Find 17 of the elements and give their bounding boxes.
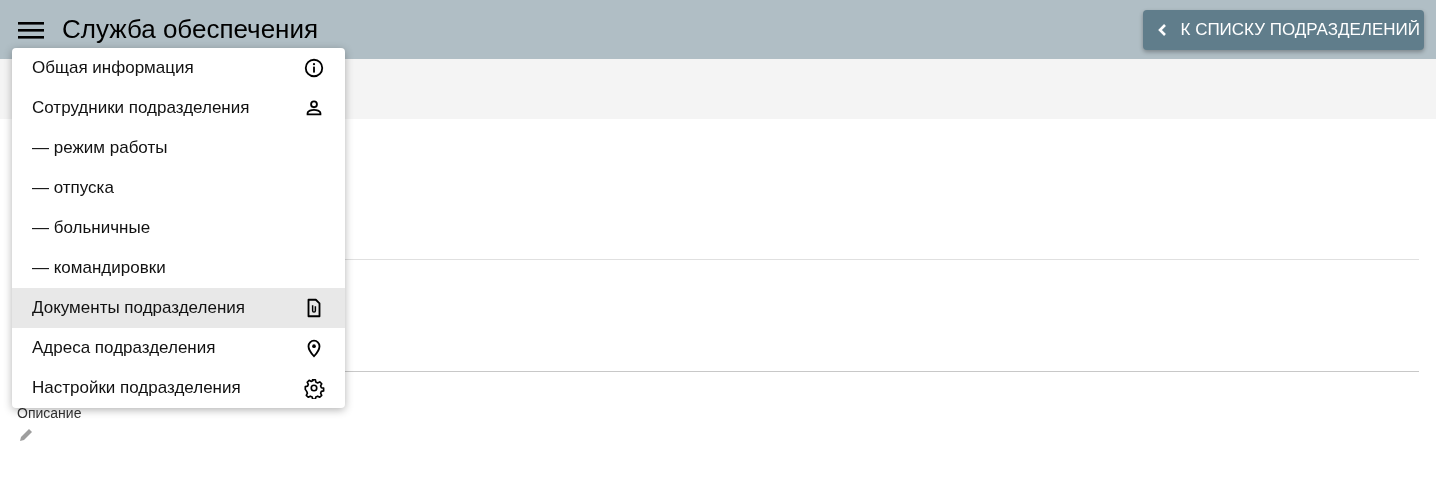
menu-item[interactable]: — отпуска <box>12 168 345 208</box>
menu-icon[interactable] <box>18 19 44 40</box>
menu-item[interactable]: Сотрудники подразделения <box>12 88 345 128</box>
menu-item[interactable]: Настройки подразделения <box>12 368 345 408</box>
field-label: Описание <box>17 405 83 421</box>
page-title: Служба обеспечения <box>62 14 320 45</box>
info-icon <box>303 57 325 79</box>
pencil-icon[interactable] <box>18 427 34 443</box>
chevron-left-icon <box>1156 22 1167 37</box>
menu-item[interactable]: — командировки <box>12 248 345 288</box>
back-button[interactable]: К СПИСКУ ПОДРАЗДЕЛЕНИЙ <box>1142 9 1424 50</box>
settings-icon <box>303 377 325 399</box>
menu-item[interactable]: — больничные <box>12 208 345 248</box>
menu-item[interactable]: Адреса подразделения <box>12 328 345 368</box>
menu-item[interactable]: — режим работы <box>12 128 345 168</box>
menu-item[interactable]: Общая информация <box>12 48 345 88</box>
menu-item[interactable]: Документы подразделения <box>12 288 345 328</box>
